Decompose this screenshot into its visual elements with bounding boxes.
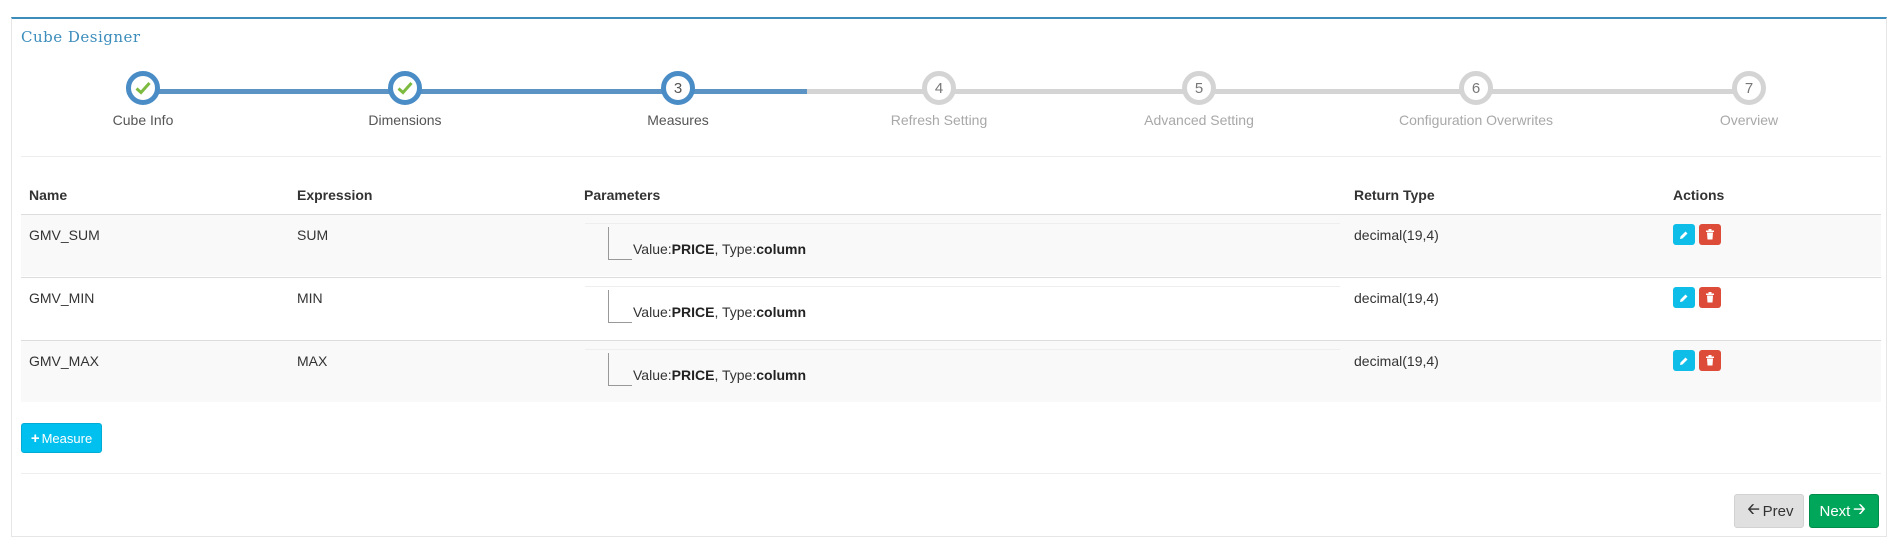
parameter-text: Value:PRICE, Type:column <box>633 367 807 383</box>
prev-button[interactable]: 🡠 Prev <box>1734 494 1804 528</box>
wizard-step-refresh-setting[interactable]: 4 Refresh Setting <box>789 71 1089 128</box>
edit-button[interactable] <box>1673 224 1695 245</box>
measure-parameters: Value:PRICE, Type:column <box>585 223 1340 266</box>
edit-button[interactable] <box>1673 350 1695 371</box>
arrow-right-icon: 🡢 <box>1853 500 1866 518</box>
delete-button[interactable] <box>1699 287 1721 308</box>
table-row: GMV_MAX MAX Value:PRICE, Type:column dec… <box>21 340 1881 402</box>
plus-icon: + <box>30 429 40 447</box>
divider <box>21 473 1881 474</box>
step-circle <box>388 71 422 105</box>
wizard-steps: Cube Info Dimensions 3 Measures 4 Refres… <box>0 0 1897 160</box>
table-row: GMV_MIN MIN Value:PRICE, Type:column dec… <box>21 277 1881 339</box>
measure-parameters: Value:PRICE, Type:column <box>585 349 1340 392</box>
wizard-step-dimensions[interactable]: Dimensions <box>255 71 555 128</box>
wizard-step-configuration-overwrites[interactable]: 6 Configuration Overwrites <box>1326 71 1626 128</box>
header-actions: Actions <box>1673 187 1725 203</box>
add-measure-button[interactable]: + Measure <box>21 423 102 453</box>
header-name: Name <box>29 187 68 203</box>
pencil-icon <box>1680 231 1688 239</box>
step-circle: 7 <box>1732 71 1766 105</box>
measure-parameters: Value:PRICE, Type:column <box>585 286 1340 329</box>
step-circle: 5 <box>1182 71 1216 105</box>
measure-return-type: decimal(19,4) <box>1354 227 1439 243</box>
tree-connector <box>608 290 632 323</box>
step-label: Refresh Setting <box>890 112 988 128</box>
trash-icon <box>1706 229 1714 240</box>
wizard-step-measures[interactable]: 3 Measures <box>528 71 828 128</box>
wizard-step-advanced-setting[interactable]: 5 Advanced Setting <box>1049 71 1349 128</box>
edit-button[interactable] <box>1673 287 1695 308</box>
measure-expression: MIN <box>297 290 323 306</box>
table-row: GMV_SUM SUM Value:PRICE, Type:column dec… <box>21 214 1881 276</box>
pencil-icon <box>1680 294 1688 302</box>
measure-name: GMV_MAX <box>29 353 100 369</box>
step-label: Configuration Overwrites <box>1398 112 1554 128</box>
step-circle: 3 <box>661 71 695 105</box>
trash-icon <box>1706 292 1714 303</box>
measure-return-type: decimal(19,4) <box>1354 353 1439 369</box>
step-label: Cube Info <box>112 112 174 128</box>
step-label: Advanced Setting <box>1144 112 1254 128</box>
next-label: Next <box>1819 502 1851 520</box>
tree-connector <box>608 353 632 386</box>
trash-icon <box>1706 355 1714 366</box>
step-label: Measures <box>647 112 709 128</box>
measure-name: GMV_SUM <box>29 227 100 243</box>
arrow-left-icon: 🡠 <box>1747 500 1760 518</box>
prev-label: Prev <box>1762 502 1794 520</box>
measure-expression: SUM <box>297 227 329 243</box>
delete-button[interactable] <box>1699 350 1721 371</box>
add-measure-label: Measure <box>41 430 93 446</box>
step-circle <box>126 71 160 105</box>
measure-return-type: decimal(19,4) <box>1354 290 1439 306</box>
header-expression: Expression <box>297 187 373 203</box>
divider <box>21 156 1881 157</box>
step-circle: 4 <box>922 71 956 105</box>
step-circle: 6 <box>1459 71 1493 105</box>
measure-expression: MAX <box>297 353 328 369</box>
wizard-step-cube-info[interactable]: Cube Info <box>0 71 293 128</box>
check-icon <box>135 81 151 95</box>
header-return-type: Return Type <box>1354 187 1435 203</box>
delete-button[interactable] <box>1699 224 1721 245</box>
wizard-step-overview[interactable]: 7 Overview <box>1599 71 1897 128</box>
tree-connector <box>608 227 632 260</box>
check-icon <box>397 81 413 95</box>
next-button[interactable]: Next 🡢 <box>1809 494 1879 528</box>
pencil-icon <box>1680 357 1688 365</box>
parameter-text: Value:PRICE, Type:column <box>633 241 807 257</box>
header-parameters: Parameters <box>584 187 661 203</box>
step-label: Overview <box>1719 112 1779 128</box>
parameter-text: Value:PRICE, Type:column <box>633 304 807 320</box>
measure-name: GMV_MIN <box>29 290 95 306</box>
step-label: Dimensions <box>368 112 442 128</box>
